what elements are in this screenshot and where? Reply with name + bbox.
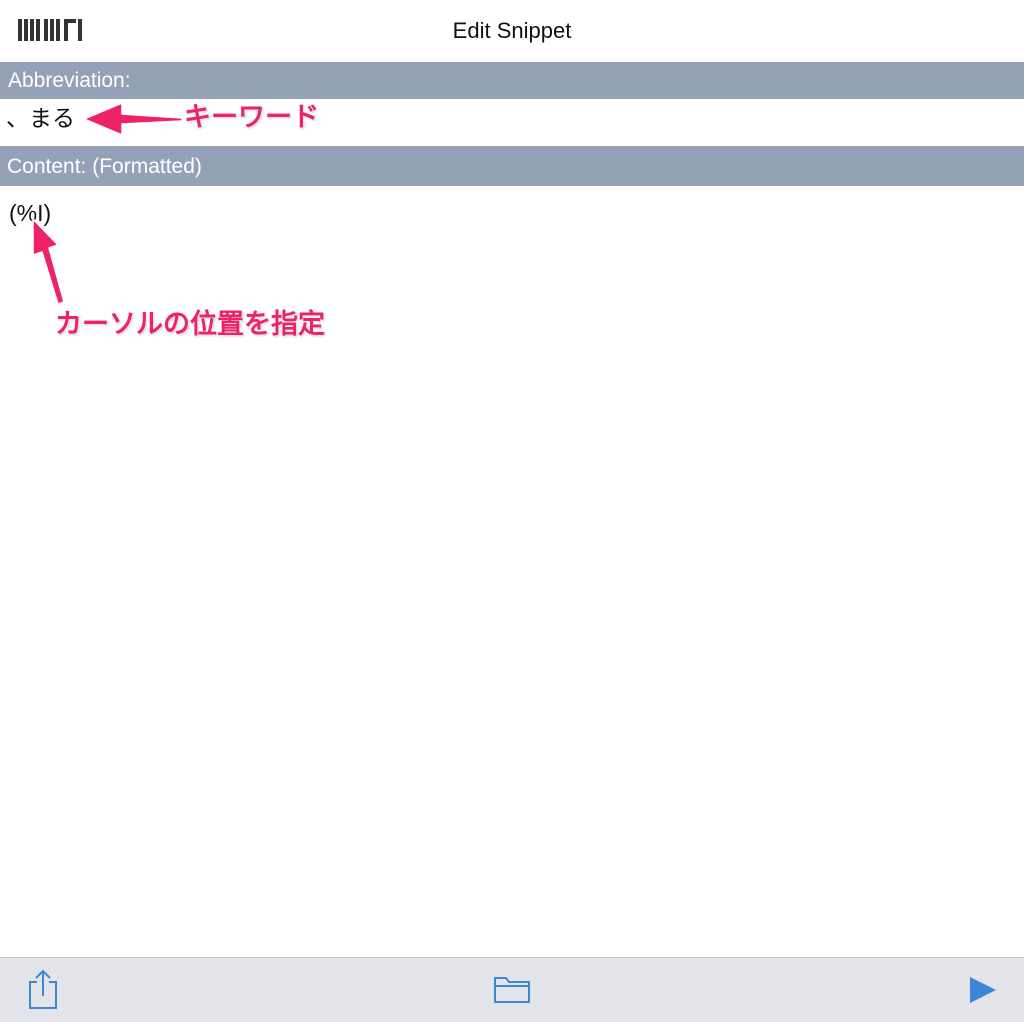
share-icon[interactable] — [26, 968, 60, 1010]
play-icon[interactable] — [964, 974, 998, 1006]
keyword-arrow — [83, 102, 183, 136]
cursor-position-annotation: カーソルの位置を指定 — [55, 309, 325, 340]
edit-snippet-screen: Edit Snippet Abbreviation: 、まる Content: … — [0, 0, 1024, 1022]
bottom-toolbar — [0, 957, 1024, 1022]
annotation-arrows — [32, 102, 183, 305]
cursor-arrow — [32, 218, 65, 305]
keyword-annotation: キーワード — [184, 102, 319, 133]
folder-icon[interactable] — [493, 974, 531, 1004]
